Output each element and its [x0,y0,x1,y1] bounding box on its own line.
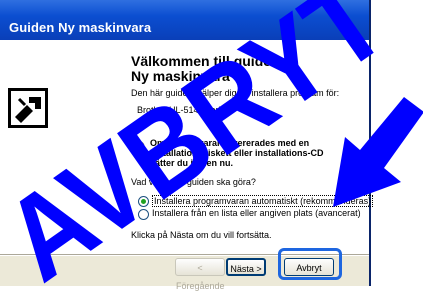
info-text: Om maskinvaran levererades med en instal… [150,138,324,168]
continue-text: Klicka på Nästa om du vill fortsätta. [131,230,272,240]
intro-text: Den här guiden hjälper dig att installer… [131,88,340,98]
back-button[interactable]: < Föregående [175,258,225,291]
device-name: Brother HL-5140 series [137,105,231,115]
wizard-dialog: Guiden Ny maskinvara Välkommen till guid… [0,0,374,291]
radio-auto[interactable] [138,196,149,207]
wizard-side-panel [0,40,113,254]
hardware-wizard-icon [8,88,48,128]
cancel-highlight-box [278,248,342,280]
radio-list[interactable] [138,209,149,220]
question-text: Vad vill du att guiden ska göra? [131,177,256,187]
radio-list-label[interactable]: Installera från en lista eller angiven p… [152,208,361,218]
wizard-heading: Välkommen till guiden Ny maskinvara [131,53,280,84]
next-button[interactable]: Nästa > [226,258,266,276]
cd-icon [131,140,145,152]
title-bar: Guiden Ny maskinvara [0,0,369,40]
window-title: Guiden Ny maskinvara [9,20,152,35]
radio-auto-label[interactable]: Installera programvaran automatiskt (rek… [152,195,374,207]
